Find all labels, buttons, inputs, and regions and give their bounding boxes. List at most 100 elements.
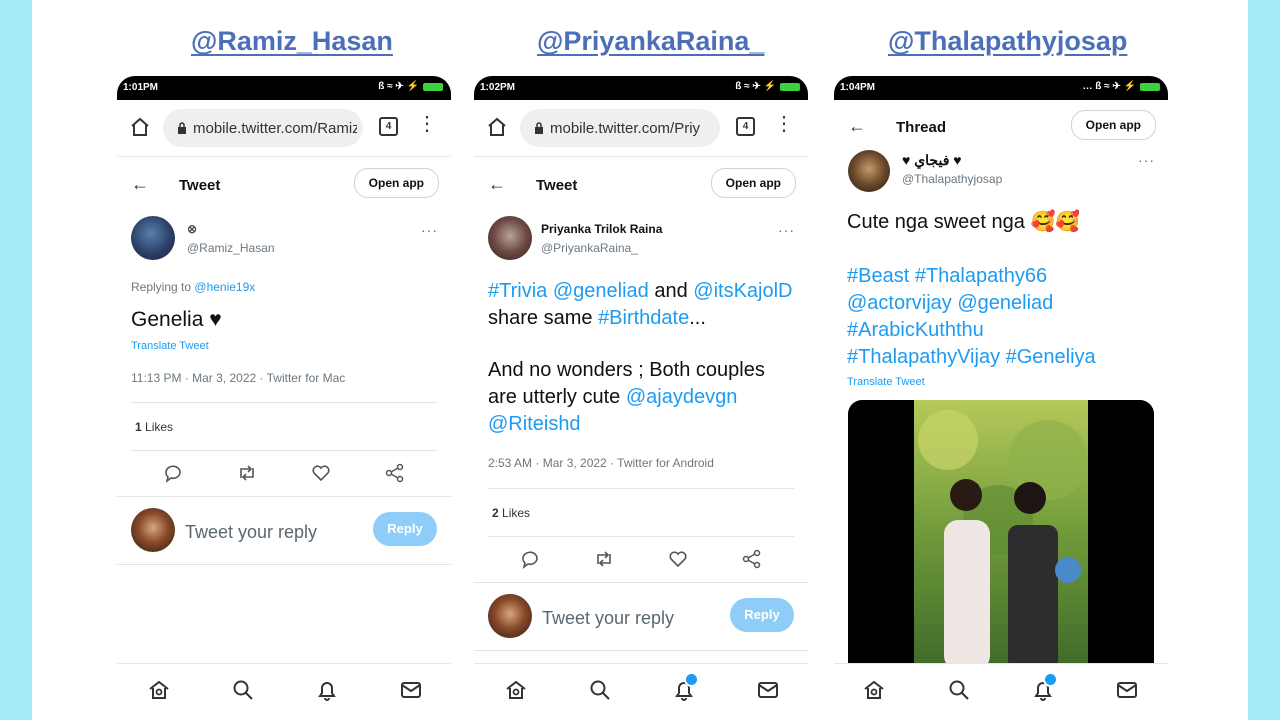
more-options-icon[interactable]: ··· (421, 222, 438, 238)
reply-input[interactable]: Tweet your reply (185, 522, 317, 543)
mention-link[interactable]: @ajaydevgn (626, 386, 737, 408)
share-icon[interactable] (384, 462, 406, 484)
tweet-meta: 2:53 AM · Mar 3, 2022 · Twitter for Andr… (488, 456, 714, 470)
likes-label: Likes (145, 420, 174, 434)
replying-prefix: Replying to (131, 280, 192, 294)
nav-messages-icon[interactable] (399, 678, 423, 702)
nav-messages-icon[interactable] (756, 678, 780, 702)
tweet-text: #Trivia @geneliad and @itsKajolD share s… (488, 278, 800, 438)
browser-url-bar: mobile.twitter.com/Priy 4 ⋮ (474, 100, 808, 157)
tweet-text-segment: share same (488, 307, 599, 329)
mention-link[interactable]: @geneliad (553, 280, 649, 302)
nav-notifications-icon[interactable] (315, 678, 339, 702)
nav-search-icon[interactable] (947, 678, 971, 702)
display-name[interactable]: ♥ فيجاي ♥ (902, 152, 962, 169)
likes-label: Likes (502, 506, 531, 520)
username[interactable]: @Thalapathyjosap (902, 172, 1002, 186)
retweet-icon[interactable] (593, 548, 615, 570)
hashtag-link[interactable]: #Birthdate (598, 307, 689, 329)
translate-tweet-link[interactable]: Translate Tweet (847, 376, 925, 388)
nav-search-icon[interactable] (588, 678, 612, 702)
hashtag-link[interactable]: #Trivia (488, 280, 547, 302)
tab-switcher-button[interactable]: 4 (379, 117, 398, 136)
reply-icon[interactable] (162, 462, 184, 484)
share-icon[interactable] (741, 548, 763, 570)
hashtag-link[interactable]: #ThalapathyVijay #Geneliya (847, 344, 1163, 371)
phone-3: 1:04PM … ß ≈ ✈ ⚡ ← Thread Open app ♥ فيج… (834, 76, 1168, 720)
nav-home-icon[interactable] (862, 678, 886, 702)
more-options-icon[interactable]: ··· (1138, 152, 1155, 168)
nav-search-icon[interactable] (231, 678, 255, 702)
address-field[interactable]: mobile.twitter.com/Ramiz (163, 109, 363, 147)
reply-composer: Tweet your reply Reply (117, 504, 451, 564)
browser-menu-icon[interactable]: ⋮ (417, 114, 437, 134)
video-frame (914, 400, 1088, 670)
display-name[interactable]: ⊗ (187, 222, 197, 236)
back-arrow-icon[interactable]: ← (131, 174, 149, 195)
my-avatar (488, 594, 532, 638)
phone-2: 1:02PM ß ≈ ✈ ⚡ mobile.twitter.com/Priy 4… (474, 76, 808, 720)
handle-ramiz[interactable]: @Ramiz_Hasan (191, 26, 393, 57)
avatar[interactable] (848, 150, 890, 192)
likes-row[interactable]: 2 Likes (492, 506, 530, 520)
status-icons: … ß ≈ ✈ ⚡ (1082, 81, 1160, 92)
handle-thalapathyjosap[interactable]: @Thalapathyjosap (888, 26, 1127, 57)
username[interactable]: @PriyankaRaina_ (541, 241, 638, 255)
home-icon[interactable] (129, 116, 151, 138)
replying-to-link[interactable]: @henie19x (194, 280, 255, 294)
status-time: 1:02PM (480, 82, 516, 93)
tweet-actions (117, 454, 451, 496)
reply-button[interactable]: Reply (730, 598, 794, 632)
open-app-button[interactable]: Open app (1070, 110, 1156, 140)
mention-link[interactable]: @Riteishd (488, 413, 581, 435)
username[interactable]: @Ramiz_Hasan (187, 241, 275, 255)
nav-messages-icon[interactable] (1115, 678, 1139, 702)
tab-switcher-button[interactable]: 4 (736, 117, 755, 136)
more-options-icon[interactable]: ··· (778, 222, 795, 238)
open-app-button[interactable]: Open app (710, 168, 796, 198)
like-icon[interactable] (310, 462, 332, 484)
mention-link[interactable]: @itsKajolD (693, 280, 792, 302)
tweet-line-2: share same #Birthdate... (488, 305, 800, 332)
display-name[interactable]: Priyanka Trilok Raina (541, 222, 662, 236)
nav-home-icon[interactable] (147, 678, 171, 702)
bottom-nav (834, 663, 1168, 720)
browser-menu-icon[interactable]: ⋮ (774, 114, 794, 134)
avatar[interactable] (488, 216, 532, 260)
mention-link[interactable]: @actorvijay @geneliad (847, 290, 1163, 317)
nav-home-icon[interactable] (504, 678, 528, 702)
divider (131, 402, 437, 403)
tweet-header: ← Tweet Open app (474, 164, 808, 208)
tweet-text-content: Genelia ♥ (131, 308, 222, 331)
tweet-line-4: are utterly cute @ajaydevgn (488, 384, 800, 411)
retweet-icon[interactable] (236, 462, 258, 484)
battery-icon (1140, 82, 1160, 91)
divider (474, 650, 808, 651)
divider (474, 582, 808, 583)
hashtag-link[interactable]: #ArabicKuththu (847, 317, 1163, 344)
hashtag-link[interactable]: #Beast #Thalapathy66 (847, 263, 1163, 290)
address-field[interactable]: mobile.twitter.com/Priy (520, 109, 720, 147)
translate-tweet-link[interactable]: Translate Tweet (131, 340, 209, 352)
handle-priyanka[interactable]: @PriyankaRaina_ (537, 26, 764, 57)
battery-icon (423, 82, 443, 91)
open-app-button[interactable]: Open app (353, 168, 439, 198)
tweet-text-segment: ... (689, 307, 706, 329)
divider (117, 564, 451, 565)
video-player[interactable] (848, 400, 1154, 670)
my-avatar (131, 508, 175, 552)
status-bar: 1:02PM ß ≈ ✈ ⚡ (474, 76, 808, 100)
reply-icon[interactable] (519, 548, 541, 570)
reply-composer: Tweet your reply Reply (474, 590, 808, 650)
back-arrow-icon[interactable]: ← (488, 174, 506, 195)
like-icon[interactable] (667, 548, 689, 570)
reply-button[interactable]: Reply (373, 512, 437, 546)
reply-input[interactable]: Tweet your reply (542, 608, 674, 629)
avatar[interactable] (131, 216, 175, 260)
divider (131, 450, 437, 451)
back-arrow-icon[interactable]: ← (848, 116, 866, 137)
browser-url-bar: mobile.twitter.com/Ramiz 4 ⋮ (117, 100, 451, 157)
likes-row[interactable]: 1 Likes (135, 420, 173, 434)
home-icon[interactable] (486, 116, 508, 138)
